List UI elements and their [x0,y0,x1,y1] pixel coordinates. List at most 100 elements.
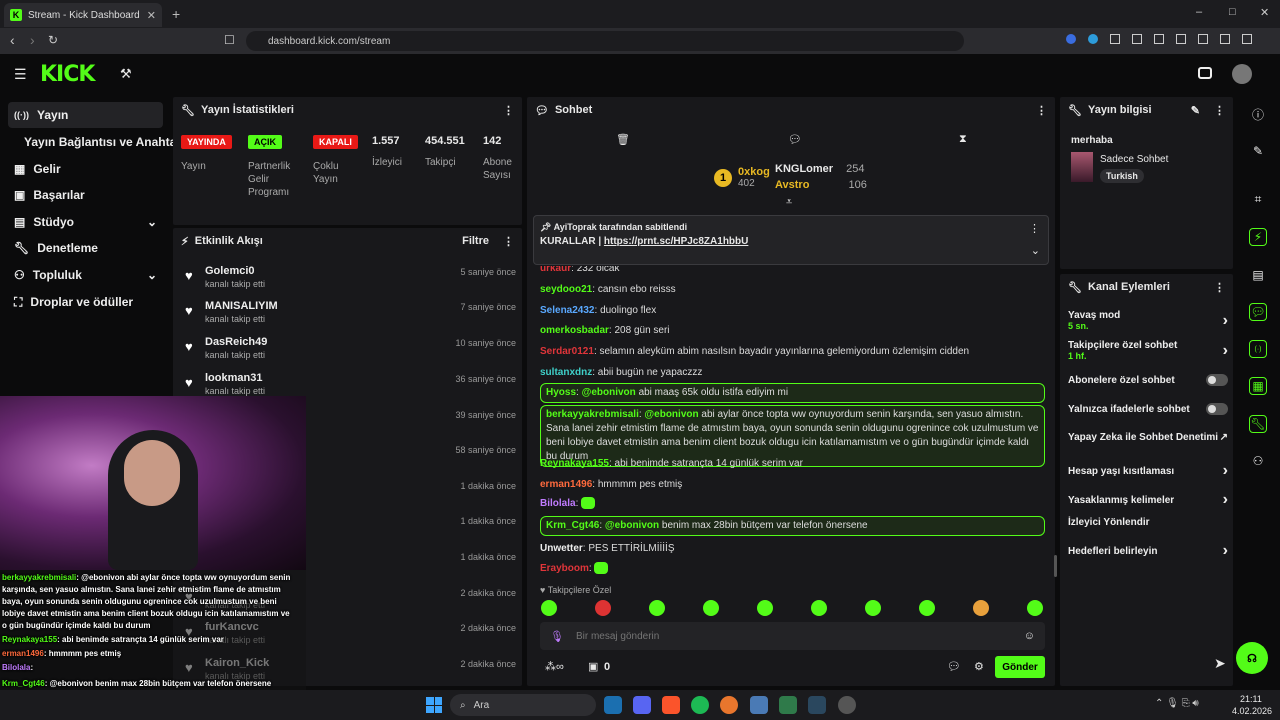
pinned-link[interactable]: https://prnt.sc/HPJc8ZA1hbbU [604,236,748,247]
steam-icon[interactable] [808,696,826,714]
event-user[interactable]: Golemci0 [205,265,255,277]
channel-action-item[interactable]: İzleyici Yönlendir [1068,517,1228,528]
chat-bubble-icon[interactable]: 💬︎ [788,133,802,146]
channel-action-item[interactable]: Yapay Zeka ile Sohbet Denetimi ↗ [1068,432,1228,443]
discord-icon[interactable] [633,696,651,714]
chat-message[interactable]: Unwetter: PES ETTİRİLMİİİİŞ [540,542,1045,556]
trash-icon[interactable]: 🗑︎ [616,133,630,146]
browser-tab[interactable]: K Stream - Kick Dashboard ✕ [4,3,162,27]
channel-action-item[interactable]: Hedefleri belirleyin › [1068,542,1228,560]
spotify-icon[interactable] [691,696,709,714]
filter-button[interactable]: Filtre [462,235,489,247]
emote-icon[interactable] [1027,600,1043,616]
menu-icon[interactable] [1242,34,1252,44]
channel-action-item[interactable]: Yasaklanmış kelimeler › [1068,491,1228,509]
sidebar-icon[interactable] [1176,34,1186,44]
extension-icon[interactable] [1110,34,1120,44]
more-icon[interactable]: ⋮ [1214,104,1225,117]
info-icon[interactable]: ⓘ [1249,105,1267,123]
tray-icons[interactable]: ⌃ 🎙︎ ⎘ 🔊︎ [1155,698,1199,709]
app-icon[interactable] [720,696,738,714]
chat-message[interactable]: sultanxdnz: abii bugün ne yapaczzz [540,366,1045,380]
chat-username[interactable]: Erayboom [540,563,589,574]
chat-message[interactable]: Bilolala: [540,497,1045,511]
chat-mention[interactable]: @ebonivon [582,387,636,398]
mic-icon[interactable]: 🎙︎ [550,630,564,643]
new-tab-icon[interactable]: + [172,6,180,22]
channel-action-item[interactable]: Yalnızca ifadelerle sohbet [1068,403,1228,415]
extension-icon[interactable] [1132,34,1142,44]
app-icon[interactable] [838,696,856,714]
minimize-icon[interactable]: – [1196,6,1202,18]
emote-icon[interactable] [649,600,665,616]
more-icon[interactable]: ⋮ [1214,281,1225,294]
scan-icon[interactable]: ⌗ [1249,190,1267,208]
chat-icon[interactable]: 💬︎ [1249,303,1267,321]
sidebar-item-studyo[interactable]: ▤ Stüdyo ⌄ [8,209,163,235]
extension-icon[interactable] [1088,34,1098,44]
chat-username[interactable]: Reynakaya155 [540,458,609,469]
event-user[interactable]: MANISALIYIM [205,300,278,312]
community-icon[interactable]: ⚇ [1249,452,1267,470]
address-bar[interactable]: dashboard.kick.com/stream [246,31,964,51]
emote-icon[interactable] [595,600,611,616]
toggle-switch[interactable] [1206,374,1228,386]
channel-action-item[interactable]: Hesap yaşı kısıtlaması › [1068,462,1228,480]
emote-icon[interactable] [757,600,773,616]
list-item[interactable]: ♥ Golemci0 kanalı takip etti 5 saniye önce [176,265,516,301]
kick-logo[interactable]: KICK [40,62,95,87]
emote-icon[interactable] [541,600,557,616]
chat-username[interactable]: Bilolala [540,498,576,509]
gear-icon[interactable]: ⚙ [974,660,984,673]
emoji-icon[interactable]: ☺ [1024,630,1035,642]
avatar[interactable] [1232,64,1252,84]
edit-icon[interactable]: ✎ [1191,104,1200,117]
sidebar-item-denetleme[interactable]: 🔧︎ Denetleme [8,235,163,261]
chevron-down-icon[interactable]: ⌄ [1031,244,1040,257]
bookmark-icon[interactable]: ☐ [224,33,235,47]
close-window-icon[interactable]: ✕ [1260,6,1269,19]
scrollbar[interactable] [1054,555,1057,577]
chat-username[interactable]: Hyoss [546,387,576,398]
chat-message[interactable]: Krm_Cgt46: @ebonivon benim max 28bin büt… [540,516,1045,536]
chat-username[interactable]: omerkosbadar [540,325,609,336]
sidebar-item-topluluk[interactable]: ⚇ Topluluk ⌄ [8,262,163,288]
category-name[interactable]: Sadece Sohbet [1100,154,1168,165]
emote-icon[interactable] [703,600,719,616]
emote-icon[interactable] [973,600,989,616]
list-item[interactable]: ♥ DasReich49 kanalı takip etti 10 saniye ön… [176,336,516,372]
edit-icon[interactable]: ✎ [1249,142,1267,160]
clock-date[interactable]: 4.02.2026 [1232,706,1272,716]
sidebar-item-basarilar[interactable]: ▣ Başarılar [8,182,163,208]
event-user[interactable]: DasReich49 [205,336,267,348]
chat-message[interactable]: Hyoss: @ebonivon abi maaş 65k oldu istif… [540,383,1045,403]
language-tag[interactable]: Turkish [1100,169,1144,183]
emote-icon[interactable] [865,600,881,616]
more-icon[interactable]: ⋮ [1029,222,1040,235]
chat-message[interactable]: seydooo21: cansın ebo reisss [540,283,1045,297]
app-icon[interactable] [750,696,768,714]
steam-icon[interactable] [604,696,622,714]
brave-icon[interactable] [662,696,680,714]
wallet-icon[interactable] [1198,34,1208,44]
sidebar-item-gelir[interactable]: ▦ Gelir [8,156,163,182]
chat-settings-icon[interactable]: 💬︎ [947,660,961,673]
tools-icon[interactable]: ⚒ [120,66,132,82]
chat-input-box[interactable]: 🎙︎ ☺ [540,622,1045,650]
chat-mention[interactable]: @ebonivon [644,409,698,420]
wrench-icon[interactable]: 🔧︎ [1249,415,1267,433]
sidebar-item-stream-key[interactable]: Yayın Bağlantısı ve Anahtarı [18,129,184,155]
list-icon[interactable]: ▤ [1249,266,1267,284]
stats-icon[interactable]: ▦ [1249,377,1267,395]
channel-action-item[interactable]: Yavaş mod 5 sn. › [1068,310,1228,331]
chat-message[interactable]: Erayboom: [540,562,1045,576]
chat-message[interactable]: erman1496: hmmmm pes etmiş [540,478,1045,492]
expand-icon[interactable]: ⩡ [786,196,792,209]
send-button[interactable]: Gönder [995,656,1045,678]
chat-message[interactable]: omerkosbadar: 208 gün seri [540,324,1045,338]
extension-icon[interactable] [1066,34,1076,44]
more-icon[interactable]: ⋮ [503,104,514,117]
pinned-message[interactable]: 📌︎ AyiToprak tarafından sabitlendi KURAL… [533,215,1049,265]
back-icon[interactable]: ‹ [10,32,15,48]
chat-username[interactable]: sultanxdnz [540,367,592,378]
